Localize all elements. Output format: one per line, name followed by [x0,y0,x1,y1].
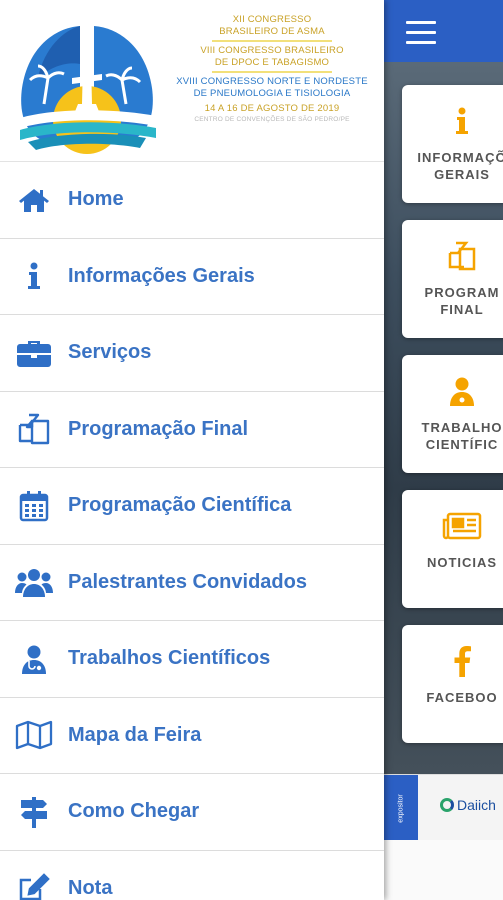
calendar-icon [0,490,68,522]
menu-label: Mapa da Feira [68,723,202,746]
sponsor-logo: Daiich [440,797,496,813]
congress-logo [20,18,156,154]
facebook-icon [402,643,503,679]
info-icon [0,262,68,290]
congress-title: XII Congresso Brasileiro de Asma VIII Co… [176,14,368,123]
tile-label: NOTICIAS [426,555,498,570]
tile-label: PROGRAM FINAL [424,285,500,317]
copy-icon [402,238,503,274]
edit-icon [0,873,68,900]
menu-label: Serviços [68,341,152,364]
app-toolbar [384,0,503,62]
tile-label: TRABALHO CIENTÍFIC [421,420,503,452]
tile-noticias[interactable]: NOTICIAS [402,490,503,608]
menu-item-programacao-final[interactable]: Programação Final [0,392,384,468]
tile-programacao-final[interactable]: PROGRAM FINAL [402,220,503,338]
menu-label: Programação Final [68,417,249,440]
user-doctor-icon [0,644,68,674]
drawer-header: XII Congresso Brasileiro de Asma VIII Co… [0,0,384,162]
menu-item-mapa-da-feira[interactable]: Mapa da Feira [0,698,384,774]
newspaper-icon [402,508,503,544]
menu-item-informacoes-gerais[interactable]: Informações Gerais [0,239,384,315]
tile-facebook[interactable]: FACEBOO [402,625,503,743]
briefcase-icon [0,339,68,367]
menu-label: Como Chegar [68,800,200,823]
menu-item-como-chegar[interactable]: Como Chegar [0,774,384,851]
menu-item-servicos[interactable]: Serviços [0,315,384,392]
home-icon [0,187,68,213]
bottom-area [384,840,503,900]
menu-item-nota[interactable]: Nota [0,851,384,900]
menu-item-programacao-cientifica[interactable]: Programação Científica [0,468,384,545]
drawer-menu: Home Informações Gerais Serviços Program… [0,162,384,900]
navigation-drawer: XII Congresso Brasileiro de Asma VIII Co… [0,0,384,900]
menu-label: Home [68,188,124,211]
menu-label: Nota [68,876,113,899]
map-icon [0,720,68,750]
menu-label: Trabalhos Científicos [68,647,271,670]
tile-label: INFORMAÇÕ GERAIS [417,150,503,182]
sponsor-tag: expositor [384,775,418,841]
sponsor-banner[interactable]: expositor Daiich [384,774,503,841]
users-icon [0,567,68,598]
tile-trabalhos-cientificos[interactable]: TRABALHO CIENTÍFIC [402,355,503,473]
signpost-icon [0,796,68,828]
user-doctor-icon [402,373,503,409]
tile-label: FACEBOO [426,690,498,705]
tile-informacoes-gerais[interactable]: INFORMAÇÕ GERAIS [402,85,503,203]
menu-label: Palestrantes Convidados [68,570,307,593]
copy-icon [0,413,68,445]
menu-item-palestrantes-convidados[interactable]: Palestrantes Convidados [0,545,384,621]
menu-label: Informações Gerais [68,264,255,287]
menu-item-trabalhos-cientificos[interactable]: Trabalhos Científicos [0,621,384,698]
sponsor-ring-icon [440,798,454,812]
menu-label: Programação Científica [68,494,292,517]
menu-item-home[interactable]: Home [0,162,384,239]
info-icon [402,103,503,139]
hamburger-menu-icon[interactable] [406,21,436,44]
